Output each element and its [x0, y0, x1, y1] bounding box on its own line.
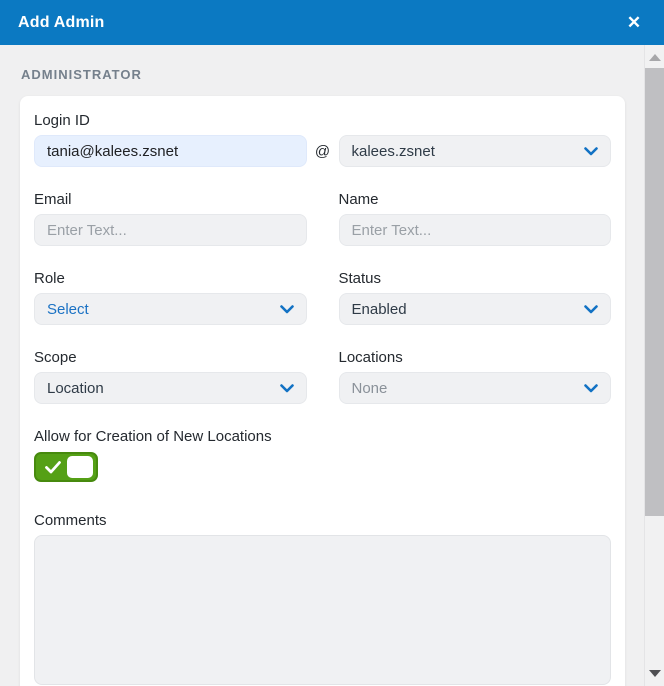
checkmark-icon — [36, 460, 70, 474]
locations-field-group: Locations None — [338, 349, 611, 404]
scrollbar-thumb[interactable] — [645, 68, 664, 516]
chevron-down-icon — [584, 304, 598, 314]
status-select-value: Enabled — [351, 300, 407, 318]
allow-new-locations-label: Allow for Creation of New Locations — [34, 428, 272, 445]
login-domain-value: kalees.zsnet — [351, 142, 435, 160]
locations-select-value: None — [351, 379, 388, 397]
email-name-row: Email Name — [34, 191, 611, 246]
toggle-knob — [67, 456, 93, 478]
chevron-down-icon — [279, 383, 294, 393]
administrator-card: Login ID @ kalees.zsnet Email Name — [20, 96, 625, 686]
email-input[interactable] — [34, 214, 307, 246]
chevron-down-icon — [584, 146, 598, 156]
at-separator: @ — [314, 142, 331, 160]
login-id-row: Login ID @ kalees.zsnet — [34, 112, 611, 167]
vertical-scrollbar[interactable] — [644, 45, 664, 686]
comments-label: Comments — [34, 512, 107, 529]
scroll-down-icon[interactable] — [649, 670, 661, 677]
modal-header: Add Admin ✕ — [0, 0, 664, 45]
allow-new-locations-row: Allow for Creation of New Locations — [34, 428, 611, 482]
close-icon[interactable]: ✕ — [622, 11, 646, 35]
status-field-group: Status Enabled — [338, 270, 611, 325]
role-select-value: Select — [47, 300, 89, 318]
role-field-group: Role Select — [34, 270, 307, 325]
login-id-label: Login ID — [34, 112, 90, 129]
status-select[interactable]: Enabled — [338, 293, 611, 325]
role-select[interactable]: Select — [34, 293, 307, 325]
scope-label: Scope — [34, 349, 77, 366]
chevron-down-icon — [279, 304, 294, 314]
email-field-group: Email — [34, 191, 307, 246]
role-status-row: Role Select Status Enabled — [34, 270, 611, 325]
scroll-up-icon[interactable] — [649, 54, 661, 61]
modal-title: Add Admin — [18, 13, 105, 31]
name-input[interactable] — [338, 214, 611, 246]
chevron-down-icon — [584, 383, 598, 393]
scope-locations-row: Scope Location Locations None — [34, 349, 611, 404]
email-label: Email — [34, 191, 72, 208]
scope-select-value: Location — [47, 379, 104, 397]
scope-select[interactable]: Location — [34, 372, 307, 404]
comments-textarea[interactable] — [34, 535, 611, 685]
name-label: Name — [338, 191, 379, 208]
status-label: Status — [338, 270, 382, 287]
login-domain-select[interactable]: kalees.zsnet — [338, 135, 611, 167]
modal-body: ADMINISTRATOR Login ID @ kalees.zsnet Em… — [0, 45, 644, 686]
comments-row: Comments — [34, 512, 611, 686]
allow-new-locations-toggle[interactable] — [34, 452, 98, 482]
scope-field-group: Scope Location — [34, 349, 307, 404]
role-label: Role — [34, 270, 65, 287]
locations-label: Locations — [338, 349, 403, 366]
section-title-administrator: ADMINISTRATOR — [21, 67, 142, 82]
locations-select[interactable]: None — [338, 372, 611, 404]
name-field-group: Name — [338, 191, 611, 246]
login-id-input[interactable] — [34, 135, 307, 167]
